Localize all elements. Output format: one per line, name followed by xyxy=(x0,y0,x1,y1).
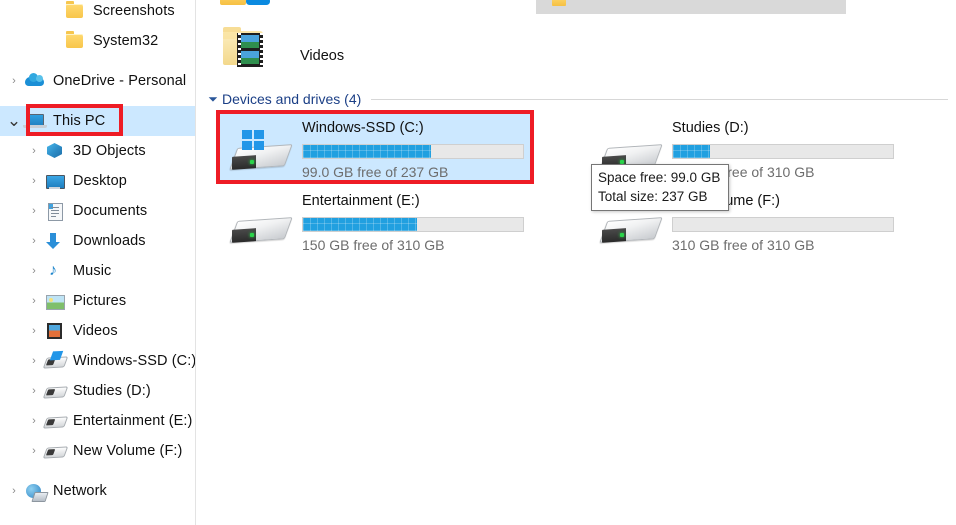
sidebar-item-videos[interactable]: › Videos xyxy=(0,316,196,346)
sidebar-item-label: Network xyxy=(53,483,107,499)
onedrive-cloud-icon xyxy=(246,0,270,5)
sidebar-item-label: Windows-SSD (C:) xyxy=(73,353,196,369)
sidebar-item-music[interactable]: › ♪ Music xyxy=(0,256,196,286)
folder-icon xyxy=(552,0,566,6)
drive-capacity-bar xyxy=(302,144,524,159)
sidebar-item-windows-ssd-c[interactable]: › Windows-SSD (C:) xyxy=(0,346,196,376)
folder-icon xyxy=(64,31,86,51)
sidebar-item-desktop[interactable]: › Desktop xyxy=(0,166,196,196)
drive-icon xyxy=(598,205,663,249)
sidebar-item-onedrive-personal[interactable]: › OneDrive - Personal xyxy=(0,66,196,96)
downloads-arrow-icon xyxy=(44,231,66,251)
drive-name-label: Studies (D:) xyxy=(672,120,749,136)
drive-capacity-bar xyxy=(672,217,894,232)
windows-drive-icon xyxy=(228,130,293,176)
drive-capacity-label: 150 GB free of 310 GB xyxy=(302,237,445,253)
sidebar-item-3d-objects[interactable]: › 3D Objects xyxy=(0,136,196,166)
chevron-down-icon[interactable]: ⏷ xyxy=(204,93,222,105)
chevron-right-icon[interactable]: › xyxy=(24,265,44,277)
documents-icon xyxy=(44,201,66,221)
sidebar-item-label: Desktop xyxy=(73,173,127,189)
sidebar-item-label: New Volume (F:) xyxy=(73,443,183,459)
chevron-down-icon[interactable]: ⌄ xyxy=(4,112,24,129)
drive-name-label: Windows-SSD (C:) xyxy=(302,120,424,136)
sidebar-item-label: OneDrive - Personal xyxy=(53,73,187,89)
section-header-label: Devices and drives (4) xyxy=(222,91,362,107)
sidebar-item-new-volume-f[interactable]: › New Volume (F:) xyxy=(0,436,196,466)
list-item-label: Videos xyxy=(300,48,345,64)
sidebar-item-pictures[interactable]: › Pictures xyxy=(0,286,196,316)
sidebar-item-label: Music xyxy=(73,263,112,279)
sidebar-item-label: Screenshots xyxy=(93,3,175,19)
section-header-devices-and-drives[interactable]: ⏷ Devices and drives (4) xyxy=(204,88,952,110)
sidebar-item-network[interactable]: › Network xyxy=(0,476,196,506)
chevron-right-icon[interactable]: › xyxy=(4,485,24,497)
sidebar-item-this-pc[interactable]: ⌄ This PC xyxy=(0,106,196,136)
tooltip-line-space-free: Space free: 99.0 GB xyxy=(598,170,721,185)
list-item-videos-folder[interactable]: Videos xyxy=(216,22,516,72)
chevron-right-icon[interactable]: › xyxy=(24,355,44,367)
sidebar-item-entertainment-e[interactable]: › Entertainment (E:) xyxy=(0,406,196,436)
file-explorer-window: Screenshots System32 › OneDrive - Personal ⌄… xyxy=(0,0,956,525)
sidebar-item-studies-d[interactable]: › Studies (D:) xyxy=(0,376,196,406)
desktop-monitor-icon xyxy=(44,171,66,191)
sidebar-item-downloads[interactable]: › Downloads xyxy=(0,226,196,256)
folder-icon xyxy=(64,1,86,21)
chevron-right-icon[interactable]: › xyxy=(24,445,44,457)
drive-capacity-bar-fill xyxy=(673,145,711,158)
pictures-icon xyxy=(44,291,66,311)
cut-off-selection-strip xyxy=(536,0,846,14)
sidebar-item-screenshots[interactable]: Screenshots xyxy=(0,0,196,26)
sidebar-item-label: Entertainment (E:) xyxy=(73,413,193,429)
network-icon xyxy=(24,481,46,501)
sidebar-item-label: Videos xyxy=(73,323,118,339)
sidebar-item-label: Downloads xyxy=(73,233,146,249)
drive-icon xyxy=(42,441,69,461)
chevron-right-icon[interactable]: › xyxy=(24,205,44,217)
sidebar-item-label: Pictures xyxy=(73,293,127,309)
sidebar-item-label: Studies (D:) xyxy=(73,383,151,399)
drive-capacity-bar-fill xyxy=(303,218,418,231)
drive-icon xyxy=(42,381,69,401)
drive-icon xyxy=(228,205,293,249)
drive-tile[interactable]: Entertainment (E:) 150 GB free of 310 GB xyxy=(216,185,534,257)
chevron-right-icon[interactable]: › xyxy=(24,415,44,427)
drive-capacity-bar xyxy=(302,217,524,232)
sidebar-item-label: 3D Objects xyxy=(73,143,146,159)
windows-drive-icon xyxy=(42,351,69,371)
drive-tile[interactable]: Windows-SSD (C:) 99.0 GB free of 237 GB xyxy=(216,112,534,184)
onedrive-cloud-icon xyxy=(24,71,46,91)
sidebar-item-label: System32 xyxy=(93,33,159,49)
chevron-right-icon[interactable]: › xyxy=(24,175,44,187)
chevron-right-icon[interactable]: › xyxy=(24,325,44,337)
drive-name-label: Entertainment (E:) xyxy=(302,193,420,209)
videos-film-icon xyxy=(44,321,66,341)
sidebar-item-documents[interactable]: › Documents xyxy=(0,196,196,226)
drive-capacity-bar xyxy=(672,144,894,159)
chevron-right-icon[interactable]: › xyxy=(24,295,44,307)
file-list-pane[interactable]: Videos ⏷ Devices and drives (4) Windows-… xyxy=(196,0,956,525)
folder-icon xyxy=(220,0,246,5)
drive-icon xyxy=(42,411,69,431)
sidebar-item-label: This PC xyxy=(53,113,106,129)
sidebar-item-label: Documents xyxy=(73,203,148,219)
section-divider-line xyxy=(371,98,948,100)
chevron-right-icon[interactable]: › xyxy=(24,235,44,247)
tooltip-line-total-size: Total size: 237 GB xyxy=(598,189,708,204)
drive-tooltip: Space free: 99.0 GB Total size: 237 GB xyxy=(591,164,729,211)
this-pc-icon xyxy=(23,111,47,131)
drive-capacity-label: 99.0 GB free of 237 GB xyxy=(302,164,449,180)
videos-folder-icon xyxy=(223,27,271,69)
chevron-right-icon[interactable]: › xyxy=(24,385,44,397)
music-note-icon: ♪ xyxy=(49,262,57,279)
chevron-right-icon[interactable]: › xyxy=(4,75,24,87)
drive-capacity-bar-fill xyxy=(303,145,431,158)
chevron-right-icon[interactable]: › xyxy=(24,145,44,157)
3d-objects-cube-icon xyxy=(44,141,66,161)
navigation-pane[interactable]: Screenshots System32 › OneDrive - Personal ⌄… xyxy=(0,0,196,525)
sidebar-item-system32[interactable]: System32 xyxy=(0,26,196,56)
drive-capacity-label: 310 GB free of 310 GB xyxy=(672,237,815,253)
